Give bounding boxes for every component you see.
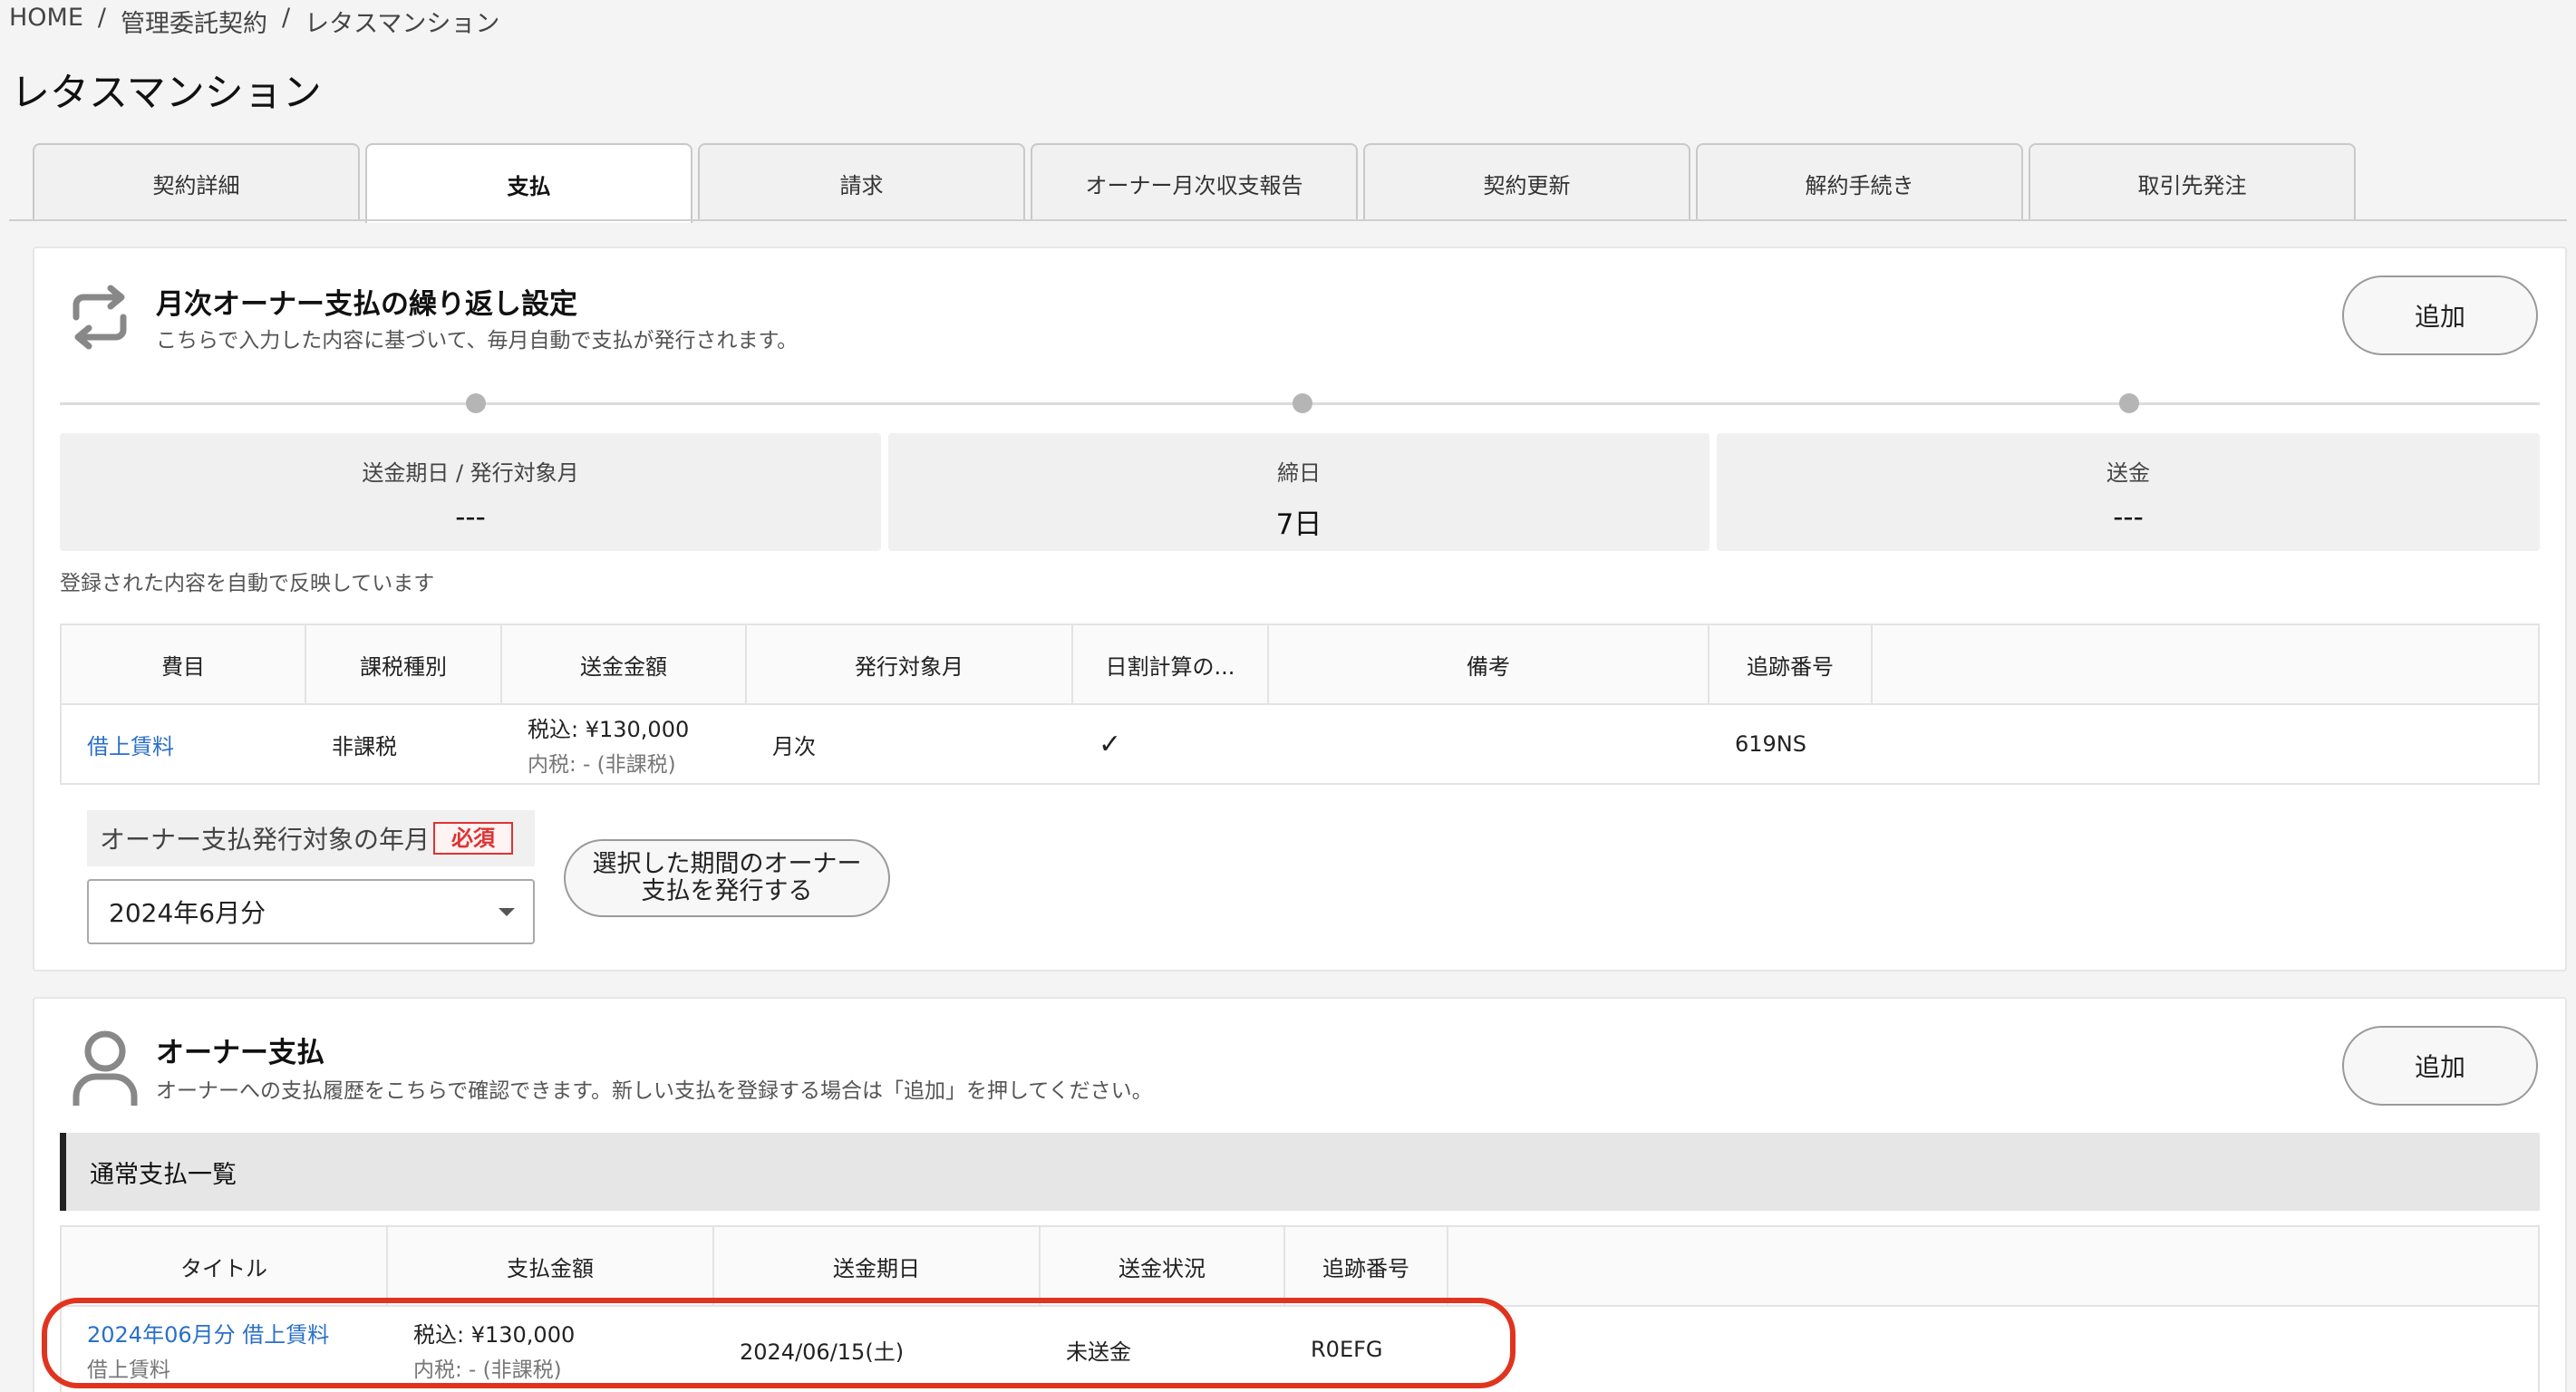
recurring-add-button[interactable]: 追加 xyxy=(2342,276,2538,355)
stat-value: --- xyxy=(455,501,486,534)
cell-target-month: 月次 xyxy=(772,733,816,759)
recurring-table: 費目 課税種別 送金金額 発行対象月 日割計算の... 備考 追跡番号 借上賃料… xyxy=(60,624,2540,785)
owner-payment-subtitle: オーナーへの支払履歴をこちらで確認できます。新しい支払を登録する場合は「追加」を… xyxy=(156,1079,1153,1103)
table-header: タイトル 支払金額 送金期日 送金状況 追跡番号 xyxy=(62,1227,2538,1307)
breadcrumb-home[interactable]: HOME xyxy=(9,4,83,39)
chevron-down-icon xyxy=(499,907,515,916)
timeline-dot xyxy=(466,393,486,413)
breadcrumb: HOME / 管理委託契約 / レタスマンション xyxy=(9,4,499,39)
breadcrumb-separator: / xyxy=(282,4,291,32)
tab-contract-renewal[interactable]: 契約更新 xyxy=(1363,143,1690,221)
issue-month-select[interactable]: 2024年6月分 xyxy=(87,879,535,944)
required-badge: 必須 xyxy=(433,822,514,855)
column-header: 支払金額 xyxy=(388,1227,714,1305)
table-header: 費目 課税種別 送金金額 発行対象月 日割計算の... 備考 追跡番号 xyxy=(62,625,2538,705)
owner-payment-add-button[interactable]: 追加 xyxy=(2342,1026,2538,1106)
stat-label: 締日 xyxy=(1277,460,1321,486)
tab-divider xyxy=(9,219,2567,221)
highlight-annotation xyxy=(42,1298,1516,1388)
column-header: 備考 xyxy=(1269,625,1709,703)
stat-label: 送金期日 / 発行対象月 xyxy=(362,460,579,486)
checkmark-icon: ✓ xyxy=(1099,728,1122,760)
field-label: オーナー支払発行対象の年月 xyxy=(100,825,431,855)
tab-billing[interactable]: 請求 xyxy=(698,143,1025,221)
column-header: タイトル xyxy=(62,1227,388,1305)
recurring-title: 月次オーナー支払の繰り返し設定 xyxy=(156,288,577,321)
tab-bar: 契約詳細 支払 請求 オーナー月次収支報告 契約更新 解約手続き 取引先発注 xyxy=(33,143,2356,223)
stat-value: 7日 xyxy=(1275,508,1322,541)
cell-amount: 税込: ¥130,000 内税: - (非課税) xyxy=(502,705,747,783)
column-header-empty xyxy=(1873,625,2538,703)
table-row: 借上賃料 非課税 税込: ¥130,000 内税: - (非課税) 月次 ✓ 6… xyxy=(62,705,2538,783)
cell-item: 借上賃料 xyxy=(62,705,306,783)
breadcrumb-separator: / xyxy=(97,4,107,32)
recurring-subtitle: こちらで入力した内容に基づいて、毎月自動で支払が発行されます。 xyxy=(156,329,799,353)
timeline-dot xyxy=(2119,393,2139,413)
auto-reflect-note: 登録された内容を自動で反映しています xyxy=(60,572,435,595)
breadcrumb-contract[interactable]: 管理委託契約 xyxy=(121,4,267,39)
stat-due-date: 送金期日 / 発行対象月 --- xyxy=(60,433,881,551)
cell-memo xyxy=(1269,705,1709,783)
regular-payment-list-header: 通常支払一覧 xyxy=(60,1133,2540,1211)
column-header: 発行対象月 xyxy=(747,625,1073,703)
tab-contract-details[interactable]: 契約詳細 xyxy=(33,143,360,221)
item-link[interactable]: 借上賃料 xyxy=(87,729,306,760)
tab-vendor-orders[interactable]: 取引先発注 xyxy=(2029,143,2356,221)
amount-value: 税込: ¥130,000 xyxy=(528,716,690,742)
stat-label: 送金 xyxy=(2106,460,2150,486)
issue-month-label: オーナー支払発行対象の年月 必須 xyxy=(87,810,535,866)
cell-tax-type: 非課税 xyxy=(332,733,397,759)
tab-payment[interactable]: 支払 xyxy=(365,143,692,223)
column-header: 課税種別 xyxy=(306,625,502,703)
issue-payment-button[interactable]: 選択した期間のオーナー支払を発行する xyxy=(564,839,890,917)
stat-remittance: 送金 --- xyxy=(1717,433,2540,551)
recurring-settings-card: 月次オーナー支払の繰り返し設定 こちらで入力した内容に基づいて、毎月自動で支払が… xyxy=(33,246,2567,972)
user-icon xyxy=(69,1030,141,1107)
tab-owner-monthly-report[interactable]: オーナー月次収支報告 xyxy=(1031,143,1358,221)
timeline-dot xyxy=(1293,393,1312,413)
stat-closing-day: 締日 7日 xyxy=(888,433,1709,551)
column-header: 追跡番号 xyxy=(1709,625,1873,703)
repeat-icon xyxy=(63,281,136,353)
amount-sub: 内税: - (非課税) xyxy=(528,752,676,777)
owner-payment-title: オーナー支払 xyxy=(156,1037,324,1069)
column-header: 費目 xyxy=(62,625,306,703)
column-header-empty xyxy=(1448,1227,2538,1305)
column-header: 送金期日 xyxy=(714,1227,1041,1305)
cell-tracking: 619NS xyxy=(1735,731,1806,757)
column-header: 日割計算の... xyxy=(1073,625,1269,703)
tab-cancellation[interactable]: 解約手続き xyxy=(1696,143,2023,221)
page-title: レタスマンション xyxy=(11,71,322,116)
column-header: 送金金額 xyxy=(502,625,747,703)
column-header: 送金状況 xyxy=(1041,1227,1285,1305)
stat-value: --- xyxy=(2113,501,2144,534)
breadcrumb-current: レタスマンション xyxy=(305,10,500,38)
column-header: 追跡番号 xyxy=(1285,1227,1448,1305)
select-value: 2024年6月分 xyxy=(109,898,266,928)
